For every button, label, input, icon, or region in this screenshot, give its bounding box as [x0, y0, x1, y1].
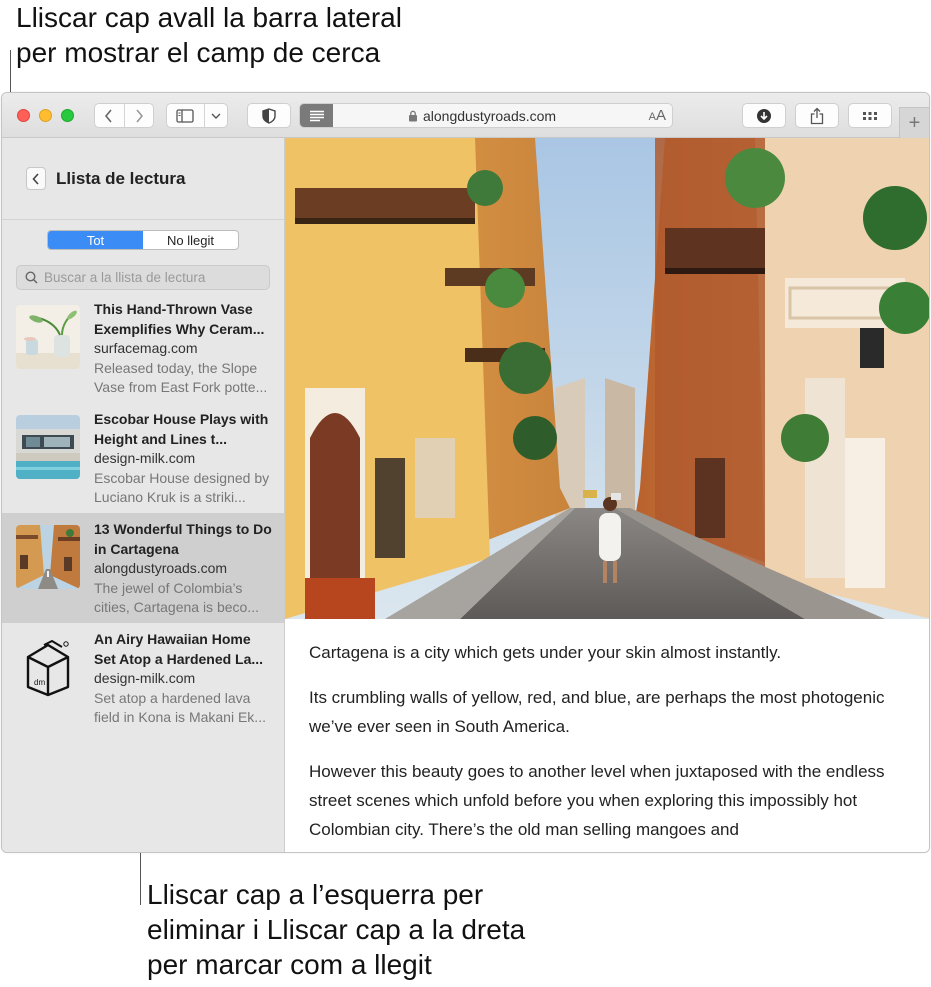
callout-line: Lliscar cap avall la barra lateral: [16, 2, 402, 33]
url-text: alongdustyroads.com: [423, 108, 557, 124]
nav-buttons: [94, 103, 154, 128]
item-title: An Airy Hawaiian Home Set Atop a Hardene…: [94, 631, 264, 667]
callout-swipe-hint: Lliscar cap a l’esquerra per eliminar i …: [147, 877, 525, 982]
reading-list-filter: Tot No llegit: [47, 230, 239, 250]
reading-list: This Hand-Thrown Vase Exemplifies Why Ce…: [2, 293, 284, 733]
list-item[interactable]: dm An Airy Hawaiian Home Set Atop a Hard…: [2, 623, 284, 733]
callout-search-hint: Lliscar cap avall la barra lateral per m…: [16, 0, 402, 70]
close-window-button[interactable]: [17, 109, 30, 122]
search-input[interactable]: [44, 270, 264, 285]
logo-text: dm: [34, 678, 45, 687]
sidebar-toggle-group: [166, 103, 228, 128]
item-title: Escobar House Plays with Height and Line…: [94, 411, 269, 447]
chevron-left-icon: [105, 108, 113, 123]
list-item-text: An Airy Hawaiian Home Set Atop a Hardene…: [94, 630, 276, 728]
chevron-left-icon: [32, 172, 39, 185]
reading-list-search[interactable]: [16, 265, 270, 290]
callout-line: eliminar i Lliscar cap a la dreta: [147, 914, 526, 945]
list-item-text: Escobar House Plays with Height and Line…: [94, 410, 276, 508]
back-button[interactable]: [95, 104, 124, 127]
safari-window: alongdustyroads.com AA + Llista de lectu…: [1, 92, 930, 853]
zoom-window-button[interactable]: [61, 109, 74, 122]
text-size-button[interactable]: AA: [649, 107, 666, 124]
item-site: design-milk.com: [94, 670, 196, 686]
url-display[interactable]: alongdustyroads.com: [408, 108, 556, 124]
sidebar-icon: [176, 108, 195, 123]
callout-line: Lliscar cap a l’esquerra per: [147, 879, 484, 910]
toolbar: alongdustyroads.com AA +: [2, 93, 929, 138]
item-site: alongdustyroads.com: [94, 560, 228, 576]
text-size-small-label: A: [648, 111, 656, 123]
download-icon: [757, 108, 771, 123]
filter-all[interactable]: Tot: [48, 231, 143, 249]
downloads-button[interactable]: [742, 103, 786, 128]
article-paragraph: Cartagena is a city which gets under you…: [309, 643, 782, 662]
article-paragraph: Its crumbling walls of yellow, red, and …: [309, 688, 885, 736]
filter-unread[interactable]: No llegit: [143, 231, 238, 249]
address-bar[interactable]: alongdustyroads.com AA: [299, 103, 673, 128]
sidebar-menu-button[interactable]: [203, 104, 227, 127]
new-tab-button[interactable]: +: [899, 107, 929, 138]
sidebar-header: Llista de lectura: [2, 138, 284, 220]
privacy-report-button[interactable]: [247, 103, 291, 128]
share-button[interactable]: [795, 103, 839, 128]
article-thumbnail: [16, 415, 80, 479]
list-item[interactable]: This Hand-Thrown Vase Exemplifies Why Ce…: [2, 293, 284, 403]
reading-list-sidebar: Llista de lectura Tot No llegit Buscar a…: [2, 138, 285, 852]
reader-icon: [309, 110, 324, 121]
design-milk-logo: dm: [16, 635, 80, 699]
article-body: Cartagena is a city which gets under you…: [309, 638, 909, 852]
item-site: design-milk.com: [94, 450, 196, 466]
item-description: Released today, the Slope Vase from East…: [94, 359, 268, 396]
shield-icon: [262, 107, 276, 124]
list-item-text: This Hand-Thrown Vase Exemplifies Why Ce…: [94, 300, 276, 398]
share-icon: [810, 107, 824, 124]
forward-button[interactable]: [123, 104, 153, 127]
item-description: Escobar House designed by Luciano Kruk i…: [94, 469, 270, 506]
sidebar-title: Llista de lectura: [56, 169, 186, 188]
text-size-large-label: A: [655, 107, 666, 124]
item-description: The jewel of Colombia’s cities, Cartagen…: [94, 579, 259, 616]
list-item-text: 13 Wonderful Things to Do in Cartagena a…: [94, 520, 276, 618]
article-thumbnail: [16, 305, 80, 369]
callout-line: per marcar com a llegit: [147, 949, 432, 980]
article-thumbnail: [16, 525, 80, 589]
callout-line: per mostrar el camp de cerca: [16, 37, 381, 68]
grid-icon: [863, 111, 877, 120]
search-icon: [25, 271, 38, 284]
chevron-down-icon: [211, 113, 221, 119]
lock-icon: [409, 110, 417, 122]
reader-content: Cartagena is a city which gets under you…: [285, 138, 929, 852]
chevron-right-icon: [136, 108, 144, 123]
tab-overview-button[interactable]: [848, 103, 892, 128]
article-hero-image: [285, 138, 929, 619]
list-item[interactable]: 13 Wonderful Things to Do in Cartagena a…: [2, 513, 284, 623]
reader-view-button[interactable]: [300, 104, 333, 127]
list-item[interactable]: Escobar House Plays with Height and Line…: [2, 403, 284, 513]
item-site: surfacemag.com: [94, 340, 198, 356]
minimize-window-button[interactable]: [39, 109, 52, 122]
sidebar-back-button[interactable]: [26, 167, 46, 190]
item-title: This Hand-Thrown Vase Exemplifies Why Ce…: [94, 301, 265, 337]
article-paragraph: However this beauty goes to another leve…: [309, 762, 885, 839]
item-description: Set atop a hardened lava field in Kona i…: [94, 689, 266, 726]
sidebar-toggle-button[interactable]: [167, 104, 204, 127]
item-title: 13 Wonderful Things to Do in Cartagena: [94, 521, 272, 557]
